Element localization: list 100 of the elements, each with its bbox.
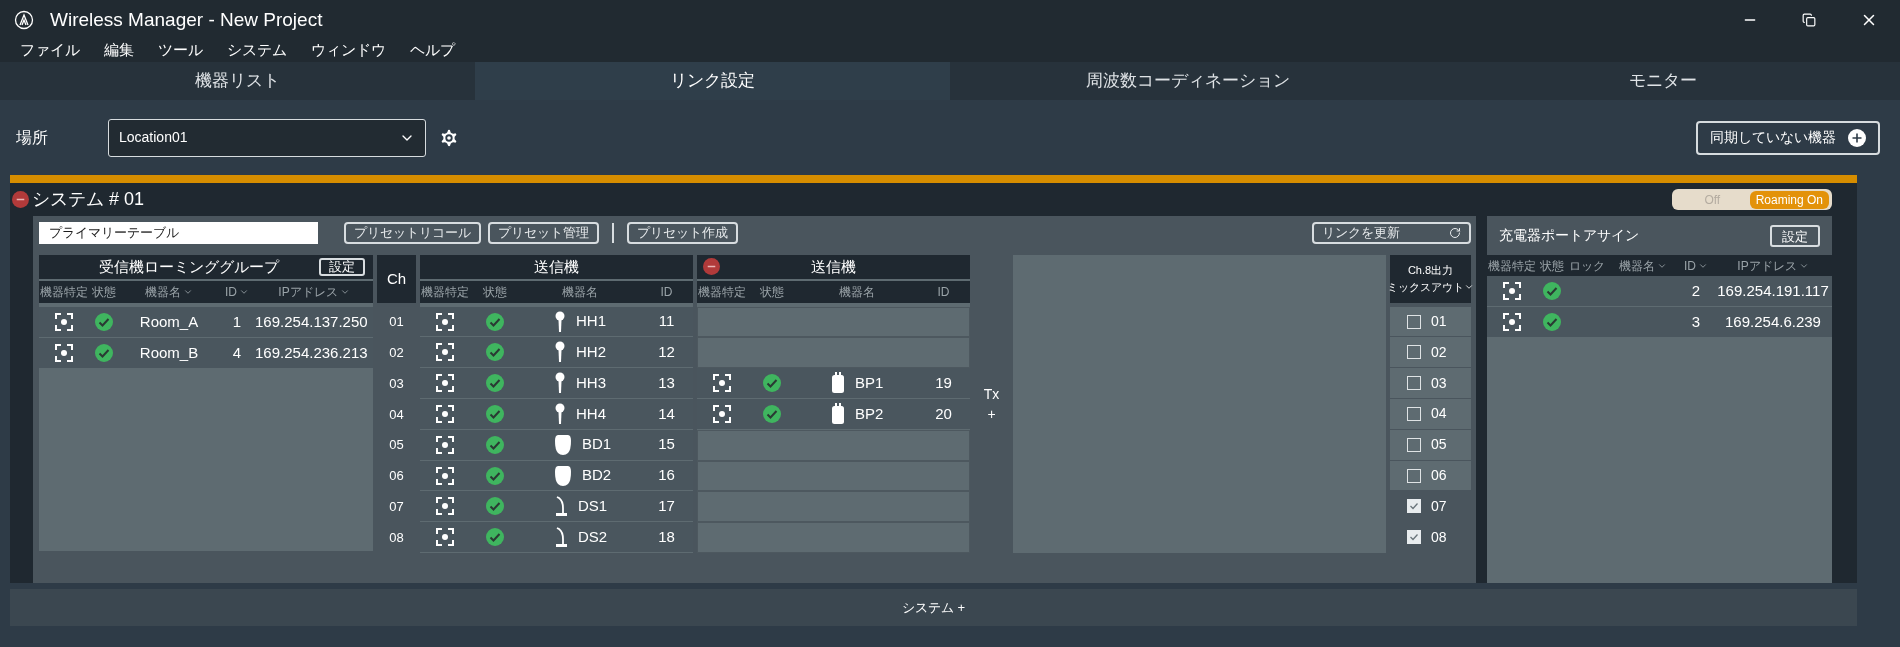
table-cell-text: Room_B	[138, 342, 200, 363]
settings-icon[interactable]	[438, 126, 460, 149]
table-cell-text: 12	[657, 342, 676, 363]
column-header: Ch	[386, 268, 407, 289]
column-header[interactable]: IPアドレス	[255, 283, 373, 301]
settings-button[interactable]: 設定	[1770, 224, 1820, 247]
unsynced-devices-button[interactable]: 同期していない機器	[1696, 120, 1880, 155]
column-header: 機器名	[838, 283, 876, 301]
table-cell-text: 19	[934, 372, 953, 393]
table-cell-text: 13	[657, 372, 676, 393]
focus-target-icon[interactable]	[436, 466, 454, 485]
focus-target-icon[interactable]	[713, 404, 731, 423]
table-cell-text: HH2	[576, 342, 606, 363]
tab[interactable]: リンク設定	[475, 62, 950, 100]
channel-number: 03	[1431, 373, 1447, 393]
column-header: 状態	[91, 284, 117, 301]
focus-target-icon[interactable]	[1503, 313, 1521, 331]
column-header[interactable]: ID	[219, 283, 255, 301]
menu-item[interactable]: システム	[227, 40, 287, 60]
menu-item[interactable]: ヘルプ	[410, 40, 455, 60]
table-cell-text: Room_A	[138, 311, 200, 332]
settings-button[interactable]: 設定	[319, 258, 365, 276]
mix-out-dropdown[interactable]: ミックスアウト	[1387, 278, 1474, 296]
column-header[interactable]: 機器名	[1607, 256, 1678, 275]
restore-icon[interactable]	[1802, 13, 1816, 27]
refresh-icon	[1449, 227, 1461, 239]
checkbox[interactable]	[1407, 376, 1421, 391]
preset-table-field[interactable]: プライマリーテーブル	[39, 222, 318, 244]
column-header[interactable]: ID	[1678, 256, 1714, 275]
column-header: ID	[936, 283, 951, 301]
remove-icon[interactable]	[12, 191, 29, 208]
channel-number: 01	[1431, 312, 1447, 332]
toggle-option: Roaming On	[1749, 190, 1829, 209]
column-header: 状態	[482, 283, 508, 301]
table-cell-text: DS2	[578, 526, 608, 547]
table-cell-text: HH4	[576, 403, 606, 424]
focus-target-icon[interactable]	[436, 528, 454, 547]
channel-number: 07	[389, 498, 404, 517]
preset-button[interactable]: プリセットリコール	[344, 222, 481, 244]
focus-target-icon[interactable]	[436, 374, 454, 393]
table-cell-text: 20	[934, 403, 953, 424]
table-cell-text: DS1	[578, 496, 608, 517]
column-header: Ch.8出力	[1407, 263, 1454, 279]
table-cell-text: 2	[1690, 280, 1702, 301]
checkmark-icon	[1409, 532, 1419, 543]
focus-target-icon[interactable]	[436, 404, 454, 423]
sort-chevron-icon	[239, 287, 249, 297]
table-title: 送信機	[533, 256, 580, 277]
location-label: 場所	[16, 127, 49, 148]
channel-number: 08	[1431, 527, 1447, 547]
checkbox[interactable]	[1407, 499, 1421, 514]
table-cell-text: HH1	[576, 311, 606, 332]
checkbox[interactable]	[1407, 345, 1421, 360]
menu-item[interactable]: ファイル	[20, 40, 80, 60]
focus-target-icon[interactable]	[55, 344, 73, 362]
focus-target-icon[interactable]	[713, 374, 731, 393]
channel-number: 05	[1431, 435, 1447, 455]
column-header: 状態	[1539, 257, 1565, 275]
column-header: 機器特定	[420, 283, 470, 301]
menu-item[interactable]: 編集	[104, 40, 134, 60]
checkbox[interactable]	[1407, 314, 1421, 329]
menu-item[interactable]: ウィンドウ	[311, 40, 386, 60]
table-title: 受信機ローミンググループ	[98, 256, 281, 277]
focus-target-icon[interactable]	[55, 313, 73, 331]
add-system-button[interactable]: システム +	[10, 589, 1857, 626]
channel-number: 02	[389, 344, 404, 363]
focus-target-icon[interactable]	[436, 435, 454, 454]
channel-number: 07	[1431, 496, 1447, 516]
menu-item[interactable]: ツール	[158, 40, 203, 60]
checkmark-icon	[1409, 501, 1419, 512]
location-dropdown[interactable]: Location01	[108, 118, 426, 157]
column-header[interactable]: 機器名	[119, 283, 219, 301]
column-header[interactable]: IPアドレス	[1714, 256, 1832, 275]
focus-target-icon[interactable]	[436, 343, 454, 362]
remove-icon[interactable]	[703, 258, 720, 276]
table-cell-text: 1	[231, 311, 243, 332]
preset-button[interactable]: プリセット管理	[488, 222, 599, 244]
channel-number: 06	[1431, 466, 1447, 485]
logo-icon	[14, 10, 34, 30]
channel-number: 08	[389, 528, 404, 547]
channel-number: 01	[389, 313, 404, 332]
checkbox[interactable]	[1407, 406, 1421, 421]
checkbox[interactable]	[1407, 530, 1421, 545]
table-cell-text: 11	[657, 311, 676, 332]
window-title: Wireless Manager - New Project	[50, 7, 323, 32]
update-link-button[interactable]: リンクを更新	[1312, 222, 1471, 244]
checkbox[interactable]	[1407, 468, 1421, 483]
table-cell-text: 3	[1690, 311, 1702, 332]
channel-number: 02	[1431, 342, 1447, 362]
focus-target-icon[interactable]	[436, 497, 454, 516]
table-cell-text: BD2	[582, 465, 612, 486]
preset-create-button[interactable]: プリセット作成	[627, 222, 738, 244]
table-cell-text: 18	[657, 526, 676, 547]
channel-number: 03	[389, 374, 404, 393]
focus-target-icon[interactable]	[1503, 282, 1521, 300]
checkbox[interactable]	[1407, 437, 1421, 452]
table-cell-text: BP1	[855, 372, 884, 393]
table-cell-text: BP2	[855, 403, 884, 424]
focus-target-icon[interactable]	[436, 312, 454, 331]
table-cell-text: HH3	[576, 372, 606, 393]
